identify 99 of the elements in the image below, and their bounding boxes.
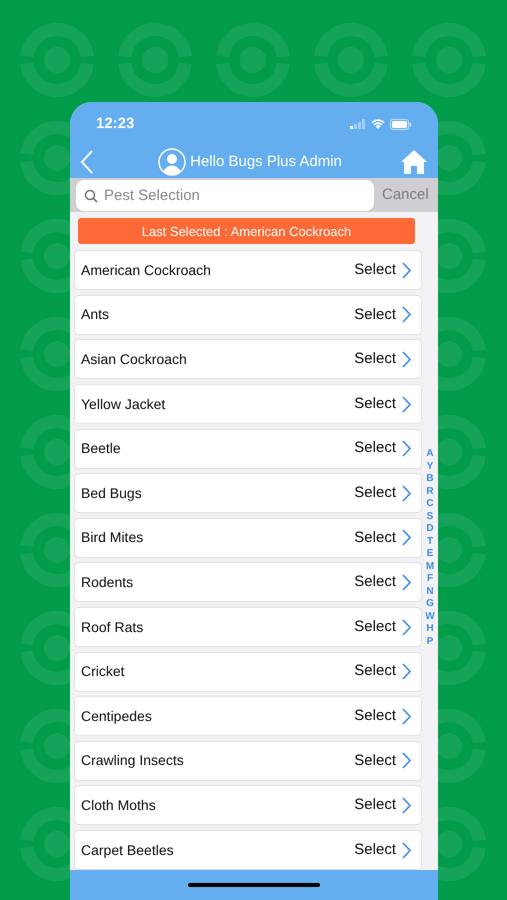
- index-letter[interactable]: R: [426, 486, 434, 498]
- index-letter[interactable]: G: [426, 598, 434, 611]
- ring-icon: [438, 415, 486, 489]
- header-title: Hello Bugs Plus Admin: [190, 152, 342, 172]
- cancel-button[interactable]: Cancel: [382, 184, 429, 207]
- select-label: Select: [354, 260, 396, 280]
- pest-row[interactable]: Beetle Select: [74, 428, 422, 469]
- pest-row[interactable]: Centipedes Select: [74, 696, 422, 736]
- select-label: Select: [354, 394, 396, 414]
- ring-icon: [20, 121, 70, 195]
- index-letter[interactable]: T: [426, 536, 434, 548]
- ring-icon: [20, 415, 70, 489]
- index-letter[interactable]: C: [426, 498, 434, 511]
- chevron-right-icon: [402, 574, 411, 591]
- pest-row[interactable]: Yellow Jacket Select: [74, 384, 422, 424]
- pest-row[interactable]: Roof Rats Select: [74, 607, 422, 648]
- index-letter[interactable]: B: [426, 473, 434, 486]
- chevron-right-icon: [402, 350, 411, 368]
- status-time: 12:23: [96, 114, 134, 134]
- index-letter[interactable]: S: [426, 510, 434, 524]
- ring-icon: [438, 709, 486, 783]
- wifi-icon: [371, 119, 385, 130]
- index-letter[interactable]: E: [426, 548, 434, 561]
- select-label: Select: [354, 438, 396, 458]
- ring-icon: [20, 219, 70, 293]
- select-label: Select: [354, 572, 396, 592]
- pest-row[interactable]: Cricket Select: [74, 652, 422, 692]
- select-label: Select: [354, 840, 396, 860]
- index-letter[interactable]: H: [426, 623, 434, 636]
- chevron-right-icon: [402, 618, 411, 636]
- ring-icon: [438, 219, 486, 293]
- signal-icon: [350, 119, 366, 130]
- index-letter[interactable]: A: [426, 448, 434, 461]
- ring-icon: [438, 317, 486, 391]
- select-label: Select: [354, 304, 396, 325]
- pest-name: Bed Bugs: [81, 484, 142, 503]
- select-label: Select: [354, 528, 396, 548]
- chevron-right-icon: [402, 440, 411, 458]
- chevron-right-icon: [402, 663, 411, 680]
- select-label: Select: [354, 795, 396, 816]
- pest-name: Asian Cockroach: [81, 350, 187, 369]
- ring-icon: [438, 513, 486, 587]
- select-label: Select: [354, 661, 396, 682]
- chevron-right-icon: [402, 842, 411, 858]
- pest-name: Beetle: [81, 439, 121, 458]
- index-letter[interactable]: N: [426, 586, 434, 598]
- ring-icon: [20, 513, 70, 587]
- chevron-right-icon: [402, 396, 411, 413]
- pest-row[interactable]: Rodents Select: [74, 562, 422, 602]
- pest-row[interactable]: Carpet Beetles Select: [74, 830, 422, 870]
- ring-icon: [20, 807, 70, 881]
- pest-name: Cloth Moths: [81, 796, 156, 815]
- pest-name: Yellow Jacket: [81, 394, 166, 414]
- chevron-right-icon: [402, 484, 411, 502]
- ring-icon: [20, 317, 70, 391]
- pest-name: Crawling Insects: [81, 751, 184, 770]
- chevron-right-icon: [402, 529, 411, 546]
- index-letter[interactable]: M: [426, 560, 434, 574]
- pest-name: Cricket: [81, 662, 125, 682]
- pest-name: Roof Rats: [81, 618, 144, 637]
- search-field[interactable]: Pest Selection: [76, 180, 374, 211]
- pest-name: American Cockroach: [81, 260, 211, 280]
- select-label: Select: [354, 616, 396, 637]
- last-selected-banner: Last Selected : American Cockroach: [78, 218, 415, 244]
- chevron-right-icon: [402, 262, 411, 279]
- pest-row[interactable]: Ants Select: [74, 294, 422, 335]
- pest-name: Carpet Beetles: [81, 840, 174, 860]
- search-icon: [84, 188, 98, 203]
- user-avatar-icon: [158, 148, 186, 176]
- chevron-right-icon: [402, 752, 411, 770]
- pest-row[interactable]: American Cockroach Select: [74, 250, 422, 290]
- select-label: Select: [354, 706, 396, 726]
- battery-icon: [390, 118, 412, 130]
- ring-icon: [20, 611, 70, 685]
- ring-icon: [438, 121, 486, 195]
- select-label: Select: [354, 750, 396, 771]
- pest-row[interactable]: Crawling Insects Select: [74, 740, 422, 781]
- index-letter[interactable]: P: [426, 636, 434, 648]
- ring-icon: [438, 807, 486, 881]
- select-label: Select: [354, 349, 396, 370]
- chevron-right-icon: [402, 708, 411, 725]
- index-letter[interactable]: Y: [426, 460, 434, 474]
- chevron-right-icon: [402, 306, 411, 324]
- pest-row[interactable]: Cloth Moths Select: [74, 785, 422, 826]
- home-button[interactable]: [400, 148, 428, 176]
- index-letter[interactable]: D: [426, 523, 434, 536]
- pest-row[interactable]: Bird Mites Select: [74, 518, 422, 558]
- pest-row[interactable]: Asian Cockroach Select: [74, 339, 422, 380]
- index-letter[interactable]: W: [425, 610, 435, 624]
- index-letter[interactable]: F: [426, 573, 434, 586]
- pest-name: Bird Mites: [81, 528, 144, 548]
- ring-icon: [438, 611, 486, 685]
- pest-name: Ants: [81, 305, 110, 324]
- pest-name: Centipedes: [81, 706, 152, 726]
- chevron-right-icon: [402, 796, 411, 814]
- pest-row[interactable]: Bed Bugs Select: [74, 473, 422, 514]
- pest-name: Rodents: [81, 572, 134, 592]
- select-label: Select: [354, 483, 396, 503]
- ring-icon: [20, 709, 70, 783]
